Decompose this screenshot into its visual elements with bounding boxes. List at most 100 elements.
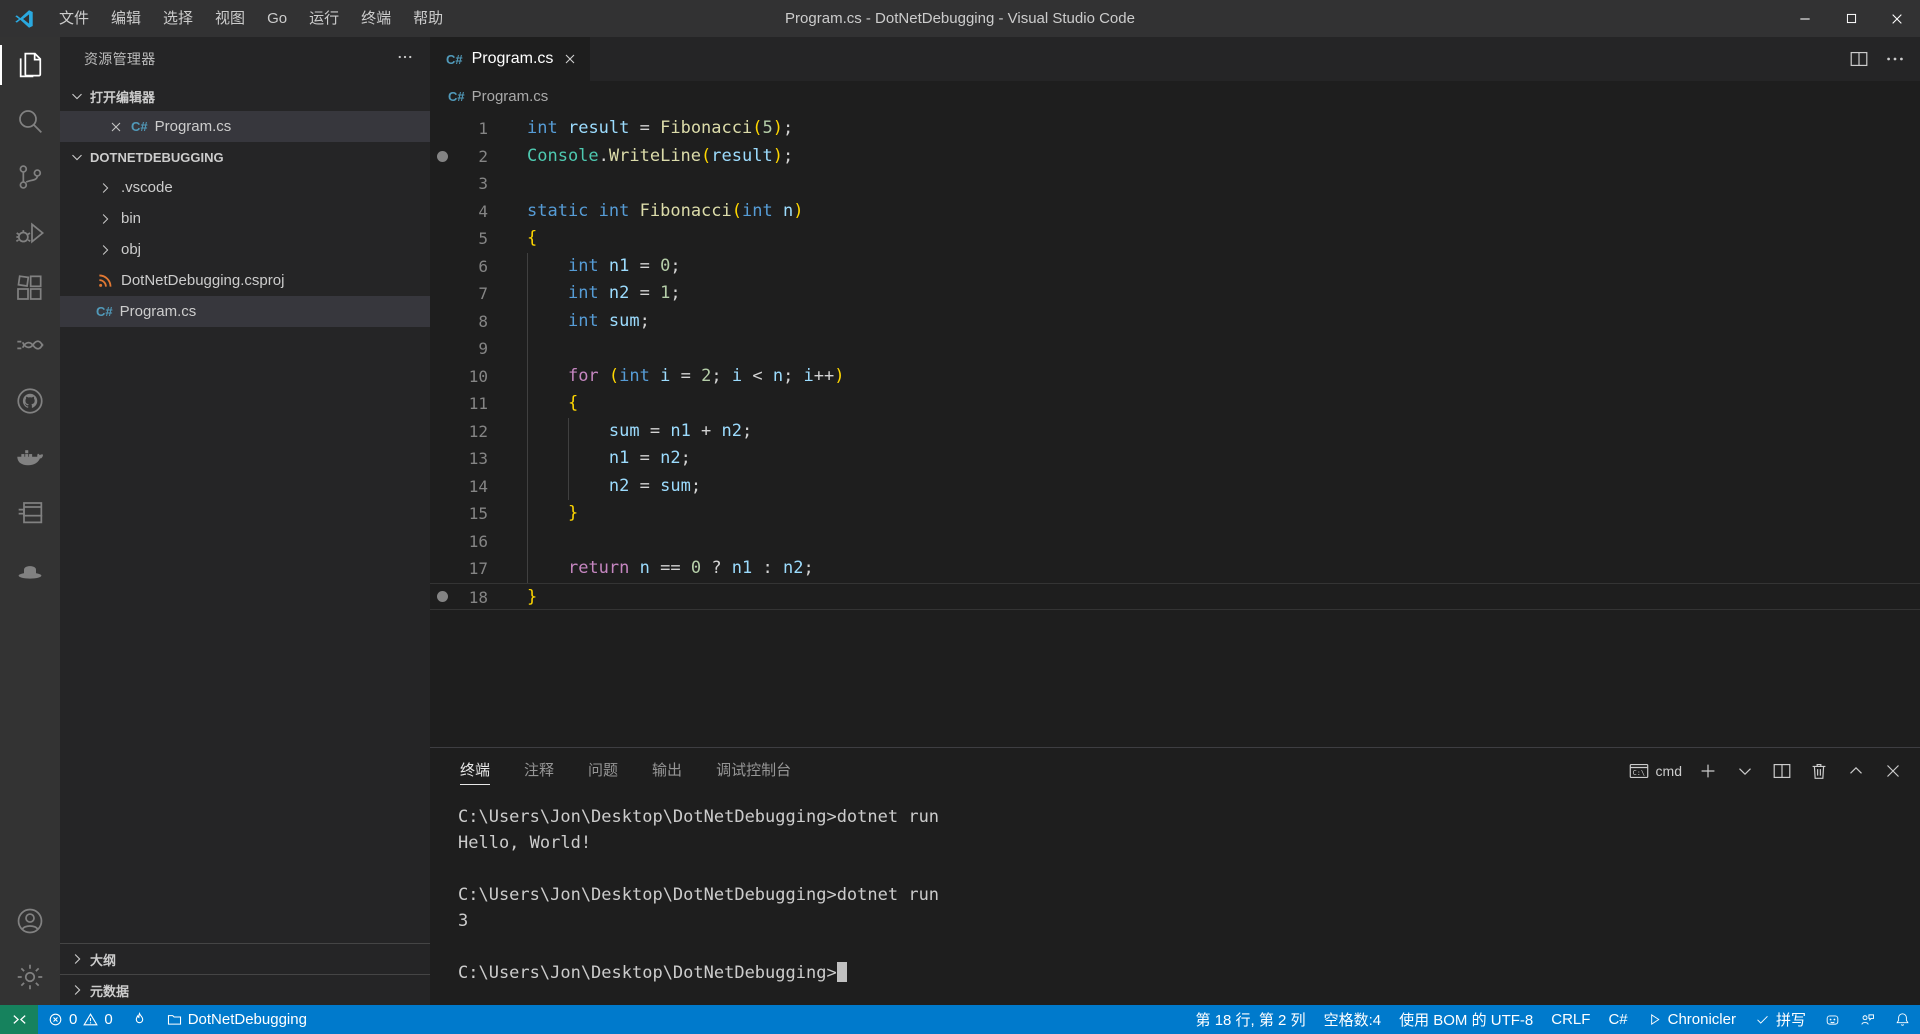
breakpoint-gutter[interactable] [430, 170, 456, 198]
code-line-2[interactable]: 2Console.WriteLine(result); [430, 143, 1920, 171]
code-line-5[interactable]: 5{ [430, 225, 1920, 253]
panel-tab-输出[interactable]: 输出 [652, 749, 682, 793]
flame-status[interactable] [122, 1005, 157, 1034]
more-actions-icon[interactable] [1884, 48, 1906, 70]
panel-tab-注释[interactable]: 注释 [524, 749, 554, 793]
split-editor-icon[interactable] [1848, 48, 1870, 70]
code-line-9[interactable]: 9 [430, 335, 1920, 363]
status-feedback[interactable] [1850, 1005, 1885, 1034]
status-spell-check[interactable]: 拼写 [1745, 1005, 1815, 1034]
code-line-3[interactable]: 3 [430, 170, 1920, 198]
code-line-7[interactable]: 7 int n2 = 1; [430, 280, 1920, 308]
close-panel-icon[interactable] [1882, 760, 1904, 782]
breakpoint-gutter[interactable] [430, 418, 456, 446]
tree-item-obj[interactable]: obj [60, 234, 430, 265]
tree-item-bin[interactable]: bin [60, 203, 430, 234]
open-editor-Program.cs[interactable]: C#Program.cs [60, 111, 430, 142]
close-window-button[interactable] [1874, 0, 1920, 37]
breakpoint-gutter[interactable] [430, 390, 456, 418]
status-notifications[interactable] [1885, 1005, 1920, 1034]
breakpoint-gutter[interactable] [430, 308, 456, 336]
activity-explorer-icon[interactable] [0, 37, 60, 93]
activity-run-debug-icon[interactable] [0, 205, 60, 261]
menu-选择[interactable]: 选择 [152, 0, 204, 37]
breakpoint-gutter[interactable] [430, 584, 456, 610]
breakpoint-icon[interactable] [437, 591, 448, 602]
breakpoint-gutter[interactable] [430, 115, 456, 143]
code-line-10[interactable]: 10 for (int i = 2; i < n; i++) [430, 363, 1920, 391]
menu-视图[interactable]: 视图 [204, 0, 256, 37]
maximize-button[interactable] [1828, 0, 1874, 37]
panel-tab-调试控制台[interactable]: 调试控制台 [716, 749, 791, 793]
code-line-8[interactable]: 8 int sum; [430, 308, 1920, 336]
tree-item-Program.cs[interactable]: C#Program.cs [60, 296, 430, 327]
breakpoint-gutter[interactable] [430, 555, 456, 583]
explorer-more-actions-icon[interactable] [396, 48, 414, 71]
breakpoint-gutter[interactable] [430, 473, 456, 501]
close-tab-icon[interactable] [562, 51, 578, 67]
problems-status[interactable]: 0 0 [38, 1005, 122, 1034]
breakpoint-gutter[interactable] [430, 280, 456, 308]
code-line-6[interactable]: 6 int n1 = 0; [430, 253, 1920, 281]
code-line-4[interactable]: 4static int Fibonacci(int n) [430, 198, 1920, 226]
tree-item-DotNetDebugging.csproj[interactable]: DotNetDebugging.csproj [60, 265, 430, 296]
status-eol[interactable]: CRLF [1542, 1005, 1599, 1034]
maximize-panel-icon[interactable] [1845, 760, 1867, 782]
status-cursor-position[interactable]: 第 18 行, 第 2 列 [1187, 1005, 1315, 1034]
menu-运行[interactable]: 运行 [298, 0, 350, 37]
code-line-11[interactable]: 11 { [430, 390, 1920, 418]
activity-settings-gear-icon[interactable] [0, 949, 60, 1005]
remote-indicator[interactable] [0, 1005, 38, 1034]
menu-文件[interactable]: 文件 [48, 0, 100, 37]
terminal-shell-selector[interactable]: C:\cmd [1628, 760, 1682, 782]
menu-帮助[interactable]: 帮助 [402, 0, 454, 37]
breadcrumb[interactable]: C# Program.cs [430, 81, 1920, 111]
menu-Go[interactable]: Go [256, 0, 298, 37]
new-terminal-icon[interactable] [1697, 760, 1719, 782]
breadcrumb-item[interactable]: Program.cs [472, 88, 549, 105]
status-copilot[interactable] [1815, 1005, 1850, 1034]
breakpoint-gutter[interactable] [430, 335, 456, 363]
status-indentation[interactable]: 空格数:4 [1315, 1005, 1391, 1034]
tree-item-.vscode[interactable]: .vscode [60, 172, 430, 203]
code-line-15[interactable]: 15 } [430, 500, 1920, 528]
menu-终端[interactable]: 终端 [350, 0, 402, 37]
code-line-17[interactable]: 17 return n == 0 ? n1 : n2; [430, 555, 1920, 583]
breakpoint-gutter[interactable] [430, 363, 456, 391]
minimize-button[interactable] [1782, 0, 1828, 37]
code-line-13[interactable]: 13 n1 = n2; [430, 445, 1920, 473]
tab-program-cs[interactable]: C# Program.cs [430, 37, 590, 81]
status-encoding[interactable]: 使用 BOM 的 UTF-8 [1390, 1005, 1542, 1034]
menu-编辑[interactable]: 编辑 [100, 0, 152, 37]
activity-account-icon[interactable] [0, 893, 60, 949]
activity-docker-icon[interactable] [0, 429, 60, 485]
activity-source-control-icon[interactable] [0, 149, 60, 205]
activity-search-icon[interactable] [0, 93, 60, 149]
close-editor-icon[interactable] [108, 119, 124, 135]
breakpoint-gutter[interactable] [430, 528, 456, 556]
code-line-12[interactable]: 12 sum = n1 + n2; [430, 418, 1920, 446]
breakpoint-icon[interactable] [437, 151, 448, 162]
open-editors-section[interactable]: 打开编辑器 [60, 81, 430, 111]
breakpoint-gutter[interactable] [430, 500, 456, 528]
activity-hat-icon[interactable] [0, 541, 60, 597]
workspace-folder-status[interactable]: DotNetDebugging [157, 1005, 316, 1034]
kill-terminal-icon[interactable] [1808, 760, 1830, 782]
code-line-1[interactable]: 1int result = Fibonacci(5); [430, 115, 1920, 143]
panel-tab-终端[interactable]: 终端 [460, 749, 490, 793]
terminal-output[interactable]: C:\Users\Jon\Desktop\DotNetDebugging>dot… [430, 794, 1920, 1005]
code-editor[interactable]: 1int result = Fibonacci(5);2Console.Writ… [430, 111, 1920, 747]
code-line-18[interactable]: 18} [430, 583, 1920, 611]
folder-section[interactable]: DOTNETDEBUGGING [60, 142, 430, 172]
split-terminal-icon[interactable] [1771, 760, 1793, 782]
breakpoint-gutter[interactable] [430, 198, 456, 226]
code-line-14[interactable]: 14 n2 = sum; [430, 473, 1920, 501]
breakpoint-gutter[interactable] [430, 225, 456, 253]
breakpoint-gutter[interactable] [430, 143, 456, 171]
panel-tab-问题[interactable]: 问题 [588, 749, 618, 793]
code-line-16[interactable]: 16 [430, 528, 1920, 556]
activity-windows-icon[interactable] [0, 485, 60, 541]
status-language[interactable]: C# [1599, 1005, 1636, 1034]
section-元数据[interactable]: 元数据 [60, 974, 430, 1005]
terminal-dropdown-icon[interactable] [1734, 760, 1756, 782]
